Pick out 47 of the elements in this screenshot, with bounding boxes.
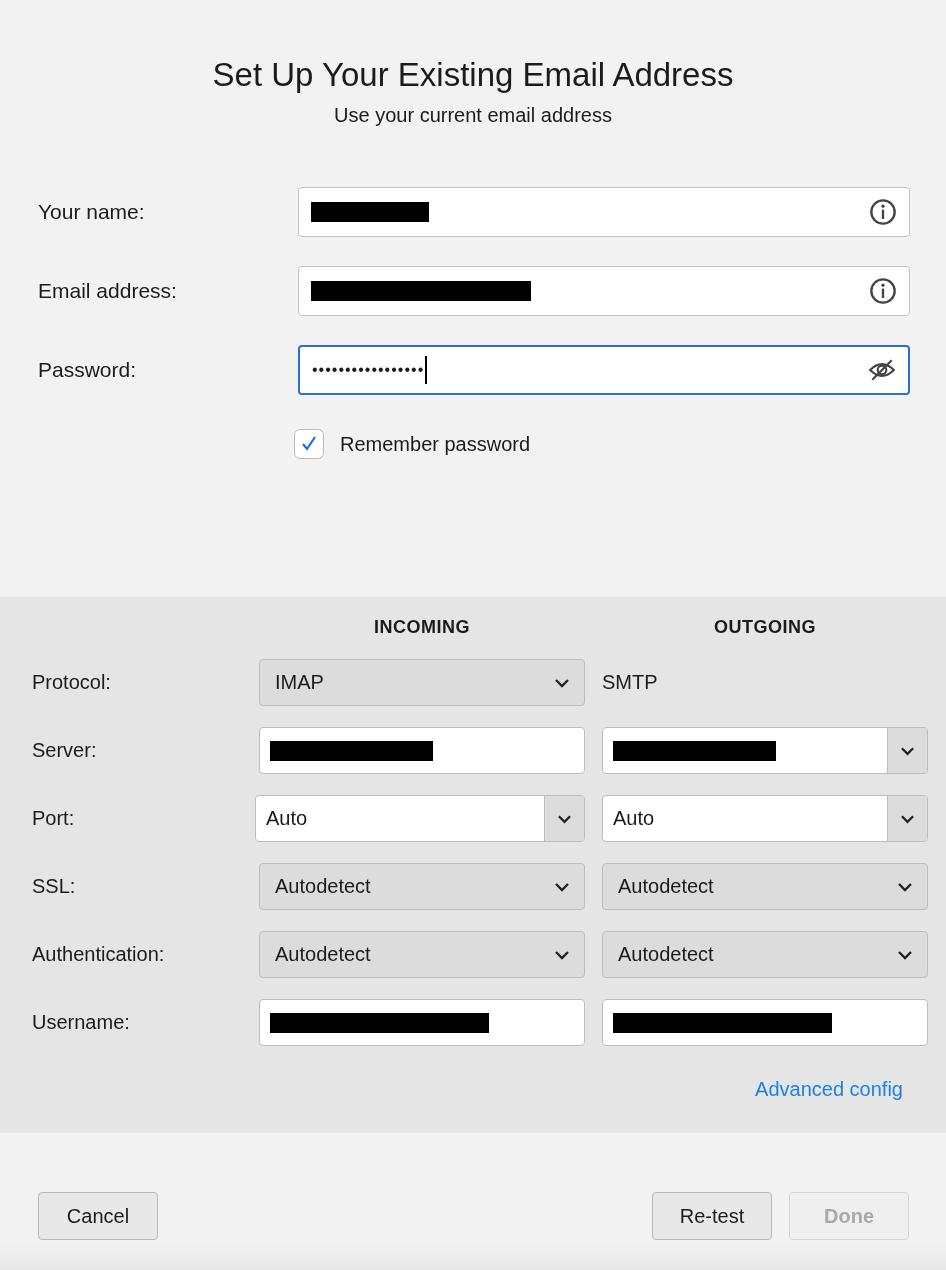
chevron-icon — [900, 813, 915, 824]
chevron-icon — [554, 949, 570, 960]
dropdown[interactable]: Autodetect — [259, 931, 585, 978]
dropdown[interactable]: Autodetect — [602, 931, 928, 978]
chevron-icon — [900, 745, 915, 756]
column-heading: OUTGOING — [713, 617, 817, 638]
column-heading: INCOMING — [373, 617, 471, 638]
field-label: Email address: — [38, 279, 178, 303]
combo-box[interactable] — [602, 727, 928, 774]
field-label: Your name: — [38, 200, 146, 224]
dialog-button[interactable]: Cancel — [38, 1192, 158, 1240]
dropdown-button[interactable] — [887, 796, 927, 841]
chevron-icon — [554, 677, 570, 688]
dialog-button[interactable]: Re-test — [652, 1192, 772, 1240]
dropdown[interactable]: IMAP — [259, 659, 585, 706]
info-icon[interactable] — [869, 277, 897, 305]
field-label: Username: — [32, 1011, 131, 1034]
checkbox-label: Remember password — [340, 432, 531, 456]
dropdown[interactable]: Autodetect — [259, 863, 585, 910]
chevron-icon — [557, 813, 572, 824]
field-label: Password: — [38, 358, 138, 382]
input-field[interactable] — [602, 999, 928, 1046]
dropdown[interactable]: Autodetect — [602, 863, 928, 910]
chevron-icon — [554, 881, 570, 892]
input-field[interactable] — [259, 727, 585, 774]
combo-box[interactable]: Auto — [602, 795, 928, 842]
chevron-icon — [897, 949, 913, 960]
protocol-value: SMTP — [602, 671, 659, 694]
text-cursor — [425, 356, 428, 384]
field-label: SSL: — [32, 875, 77, 898]
field-label: Protocol: — [32, 671, 112, 694]
dialog-title: Set Up Your Existing Email Address — [211, 56, 735, 94]
chevron-icon — [897, 881, 913, 892]
combo-box[interactable]: Auto — [255, 795, 585, 842]
input-field[interactable] — [259, 999, 585, 1046]
checkbox[interactable] — [294, 429, 324, 459]
input-field[interactable]: ••••••••••••••••• — [298, 345, 910, 395]
input-field[interactable] — [298, 187, 910, 237]
password-value: ••••••••••••••••• — [312, 361, 425, 379]
field-label: Authentication: — [32, 943, 166, 966]
field-label: Port: — [32, 807, 76, 830]
info-icon[interactable] — [869, 198, 897, 226]
dropdown-button[interactable] — [544, 796, 584, 841]
input-field[interactable] — [298, 266, 910, 316]
dialog-subtitle: Use your current email address — [333, 104, 613, 127]
dropdown-button[interactable] — [887, 728, 927, 773]
field-label: Server: — [32, 739, 98, 762]
